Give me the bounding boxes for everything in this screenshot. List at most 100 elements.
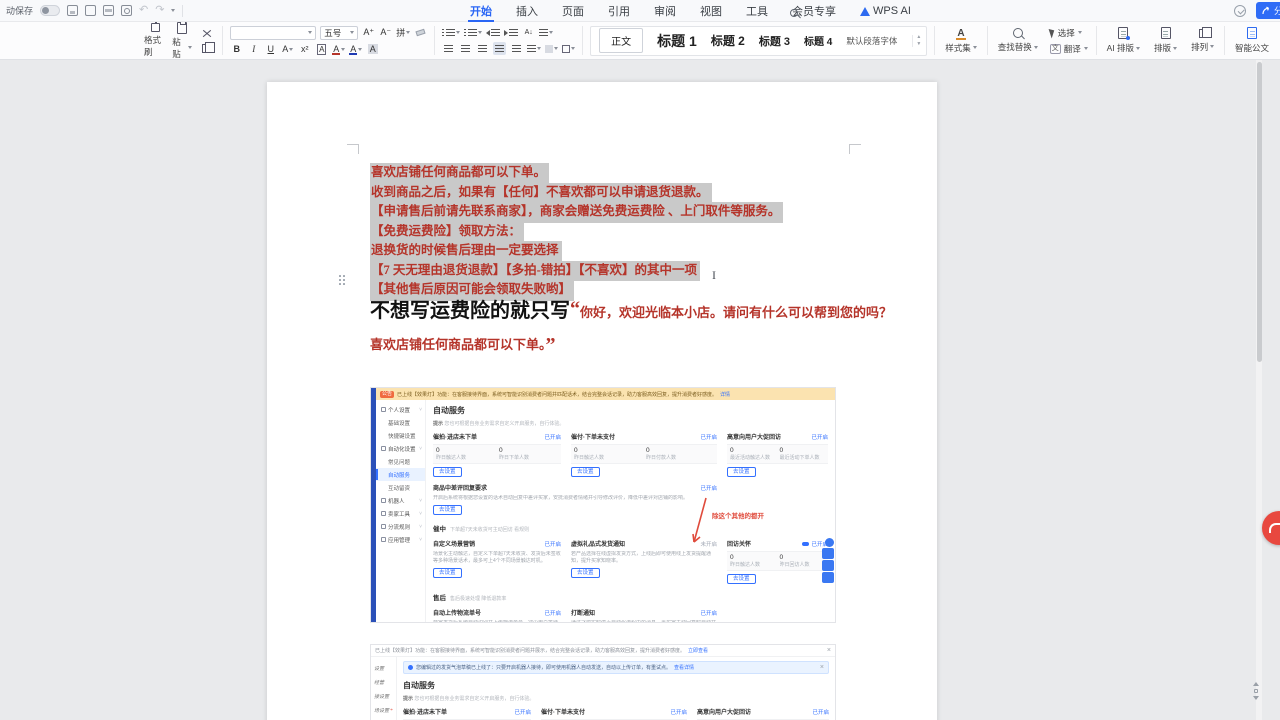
export-icon[interactable]	[85, 5, 96, 16]
go-setting-button[interactable]: 去设置	[571, 467, 600, 477]
font-size-combobox[interactable]: 五号	[320, 26, 358, 40]
smart-doc-button[interactable]: 智能公文	[1228, 22, 1276, 59]
style-item[interactable]: 标题 4	[804, 33, 832, 48]
copy-icon[interactable]	[202, 44, 210, 53]
italic-button[interactable]: I	[247, 43, 260, 56]
scroll-down-icon[interactable]	[1253, 696, 1259, 700]
style-item[interactable]: 标题 1	[657, 31, 697, 51]
headline-line[interactable]: 不想写运费险的就只写“你好，欢迎光临本小店。请问有什么可以帮到您的吗？	[370, 294, 892, 323]
redo-icon[interactable]: ↷	[155, 5, 164, 16]
align-center-button[interactable]	[459, 42, 472, 55]
scroll-select-icon[interactable]	[1254, 689, 1258, 693]
go-setting-button[interactable]: 去设置	[727, 467, 756, 477]
highlighted-block[interactable]: 喜欢店铺任何商品都可以下单。收到商品之后，如果有【任何】不喜欢都可以申请退货退款…	[370, 162, 783, 299]
card-status-link[interactable]: 已开启	[544, 609, 561, 617]
align-right-button[interactable]	[476, 42, 489, 55]
go-setting-button[interactable]: 去设置	[433, 505, 462, 515]
sidebar-item-机器人[interactable]: 机器人˅	[376, 494, 425, 507]
close-icon[interactable]: ×	[820, 664, 824, 671]
decrease-font-button[interactable]: A⁻	[379, 26, 392, 39]
card-status-link[interactable]: 已开启	[544, 433, 561, 441]
show-marks-button[interactable]	[539, 26, 553, 39]
tab-审阅[interactable]: 审阅	[642, 0, 688, 22]
pinyin-guide-button[interactable]: 拼	[396, 26, 410, 39]
justify-button[interactable]	[493, 42, 506, 55]
card-status-link[interactable]: 已开启	[700, 433, 717, 441]
decrease-indent-button[interactable]	[486, 26, 500, 39]
text-highlight-button[interactable]: A	[332, 43, 345, 56]
sidebar-item-应用管理[interactable]: 应用管理˅	[376, 533, 425, 546]
sidebar-item-卖家工具[interactable]: 卖家工具˅	[376, 507, 425, 520]
tab-WPS AI[interactable]: WPS AI	[848, 0, 923, 22]
undo-icon[interactable]: ↶	[139, 5, 148, 16]
tab-工具[interactable]: 工具	[734, 0, 780, 22]
arrange-button[interactable]: 排列	[1184, 22, 1221, 59]
sidebar-item-分流规则[interactable]: 分流规则˅	[376, 520, 425, 533]
superscript-button[interactable]: x²	[298, 43, 311, 56]
sidebar-item-常见问题[interactable]: 常见问题	[376, 455, 425, 468]
clear-format-button[interactable]	[414, 26, 427, 39]
ai-layout-button[interactable]: AI 排版	[1100, 22, 1147, 59]
go-setting-button[interactable]: 去设置	[433, 568, 462, 578]
numbered-list-button[interactable]	[464, 26, 482, 39]
notif-link[interactable]: 立即查看	[688, 647, 708, 654]
paste-button[interactable]: 粘贴	[172, 22, 192, 60]
increase-indent-button[interactable]	[504, 26, 518, 39]
style-item[interactable]: 标题 2	[711, 32, 745, 49]
print-preview-icon[interactable]	[121, 5, 132, 16]
card-status-link[interactable]: 已开启	[700, 484, 717, 492]
card-status-link[interactable]: 已开启	[811, 433, 828, 441]
go-setting-button[interactable]: 去设置	[571, 568, 600, 578]
strikethrough-button[interactable]: A	[281, 43, 294, 56]
tab-引用[interactable]: 引用	[596, 0, 642, 22]
paragraph-drag-handle[interactable]	[339, 275, 347, 287]
autosave-toggle[interactable]	[40, 5, 60, 16]
card-status-link[interactable]: 已开启	[670, 708, 687, 716]
sidebar-item-自动服务[interactable]: 自动服务	[376, 468, 425, 481]
tab-插入[interactable]: 插入	[504, 0, 550, 22]
card-status-link[interactable]: 已开启	[700, 609, 717, 617]
increase-font-button[interactable]: A⁺	[362, 26, 375, 39]
format-painter-button[interactable]: 格式刷	[144, 23, 166, 58]
sidebar-item-快捷键设置[interactable]: 快捷键设置	[376, 429, 425, 442]
character-border-button[interactable]: A	[315, 43, 328, 56]
border-button[interactable]	[562, 42, 575, 55]
bullet-list-button[interactable]	[442, 26, 460, 39]
vertical-scrollbar-thumb[interactable]	[1257, 62, 1262, 362]
sidebar-item-互动留资[interactable]: 互动留资	[376, 481, 425, 494]
bold-button[interactable]: B	[230, 43, 243, 56]
style-item[interactable]: 标题 3	[759, 33, 790, 49]
layout-button[interactable]: 排版	[1147, 22, 1184, 59]
go-setting-button[interactable]: 去设置	[433, 467, 462, 477]
translate-button[interactable]: 文翻译	[1050, 43, 1088, 55]
cut-icon[interactable]	[202, 29, 211, 38]
tab-页面[interactable]: 页面	[550, 0, 596, 22]
spin-up-icon[interactable]: ▲	[916, 35, 921, 40]
distribute-button[interactable]	[510, 42, 523, 55]
character-shading-button[interactable]: A	[366, 43, 379, 56]
font-color-button[interactable]: A	[349, 43, 362, 56]
tab-开始[interactable]: 开始	[458, 0, 504, 22]
card-status-link[interactable]: 已开启	[544, 540, 561, 548]
floating-widget[interactable]	[822, 538, 834, 583]
sidebar-item-设置[interactable]: 设置	[371, 665, 396, 679]
quick-access-chevron-icon[interactable]	[171, 9, 175, 12]
spin-down-icon[interactable]: ▼	[916, 42, 921, 47]
card-status-link[interactable]: 已开启	[514, 708, 531, 716]
close-icon[interactable]: ×	[827, 647, 831, 654]
headline-line-2[interactable]: 喜欢店铺任何商品都可以下单。”	[370, 334, 556, 357]
select-button[interactable]: 选择	[1050, 27, 1088, 39]
print-icon[interactable]	[103, 5, 114, 16]
banner-detail-link[interactable]: 详情	[720, 391, 730, 398]
card-status-link[interactable]: 已开启	[812, 708, 829, 716]
go-setting-button[interactable]: 去设置	[727, 574, 756, 584]
document-page[interactable]: 喜欢店铺任何商品都可以下单。收到商品之后，如果有【任何】不喜欢都可以申请退货退款…	[267, 82, 937, 720]
style-gallery-scroll[interactable]: ▲ ▼	[912, 35, 924, 47]
sidebar-item-经营[interactable]: 经营	[371, 679, 396, 693]
shading-button[interactable]	[545, 42, 558, 55]
sort-button[interactable]: A↓	[522, 26, 535, 39]
share-button[interactable]: 分享	[1256, 2, 1280, 19]
search-button[interactable]	[790, 4, 798, 22]
underline-button[interactable]: U	[264, 43, 277, 56]
scroll-up-icon[interactable]	[1253, 682, 1259, 686]
